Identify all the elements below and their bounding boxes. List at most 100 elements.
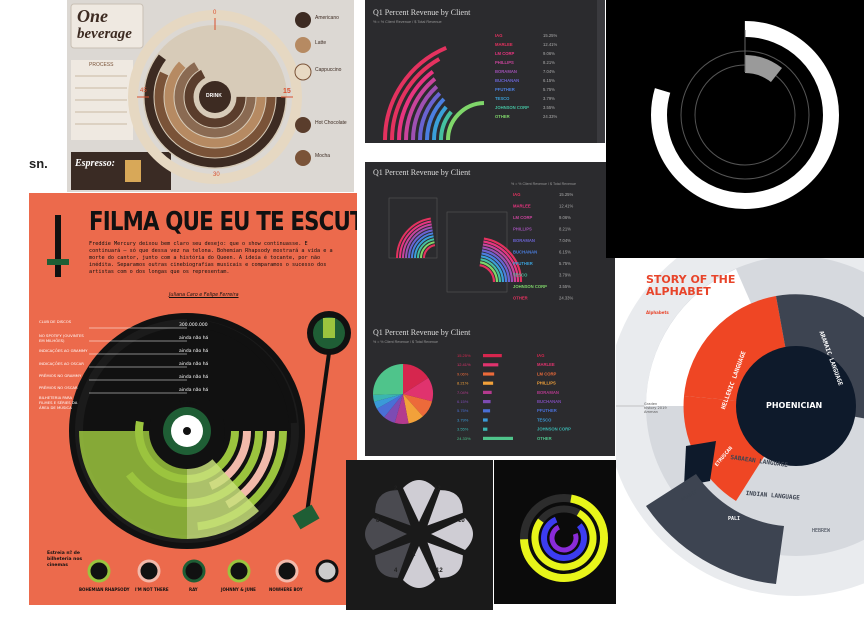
filma-ring-label-5: ainda não há bbox=[179, 375, 209, 380]
alphabet-center: PHOENICIAN bbox=[766, 401, 823, 410]
q1-split-value-label: 8.21% bbox=[559, 227, 571, 232]
filma-film-4: JOHNNY & JUNE bbox=[221, 587, 256, 592]
filma-left-label-6: PRÊMIOS NO OSCAR bbox=[39, 385, 78, 390]
petal-label: 12 bbox=[434, 486, 441, 492]
q1-split-value-label: 3.79% bbox=[559, 273, 571, 278]
q1-arc-value-label: 9.06% bbox=[543, 51, 555, 56]
filma-title: FILMA QUE EU TE ESCUTO bbox=[89, 207, 357, 237]
filma-ring-label-1: 300.000.000 bbox=[179, 323, 208, 328]
filma-left-label-3: INDICAÇÕES AO GRAMMY bbox=[39, 348, 88, 353]
q1-pie-bar bbox=[483, 381, 494, 385]
rings-tile bbox=[494, 460, 616, 604]
q1-arc-value-label: 7.04% bbox=[543, 69, 555, 74]
filma-ring-label-6: ainda não há bbox=[179, 388, 209, 393]
q1-pie-tile: 15.25% IAG 12.41% MARLEE 9.06% LM CORP 8.21% PH… bbox=[365, 322, 615, 456]
q1-pie-bar bbox=[483, 354, 502, 358]
q1-split-client-label: LM CORP bbox=[513, 215, 533, 220]
q1-split-value-label: 12.41% bbox=[559, 204, 573, 209]
filma-left-label-1: CLUB DE DISCOS bbox=[39, 319, 72, 324]
q1-pie-value-label: 15.25% bbox=[457, 353, 471, 358]
alphabet-subtitle: Alphabets bbox=[646, 310, 669, 315]
filma-byline: Juliana Caro e Felipe Ferreira bbox=[169, 293, 239, 298]
q1-split-tile: IAG 15.25% MARLEE 12.41% LM CORP 9.06% PHILLIP… bbox=[365, 162, 615, 322]
filma-left-label-2: NO SPOTIFY (OUVINTES EM MILHÕES) bbox=[39, 333, 84, 343]
petal-segment bbox=[403, 480, 435, 522]
q1-split-client-label: BORAMAN bbox=[513, 238, 535, 243]
petal-tile: 12 10 12 4 8 2 1 bbox=[346, 460, 493, 610]
q1-arc-subtitle: % = % Client Revenue / $ Total Revenue bbox=[373, 20, 442, 24]
q1-split-graphic: IAG 15.25% MARLEE 12.41% LM CORP 9.06% PHILLIP… bbox=[388, 192, 573, 301]
q1-pie-title: Q1 Percent Revenue by Client bbox=[373, 328, 471, 337]
q1-arc-client-label: TESCO bbox=[495, 96, 510, 101]
q1-split-value-label: 5.75% bbox=[559, 261, 571, 266]
q1-arc-value-label: 24.33% bbox=[543, 114, 557, 119]
q1-pie-value-label: 12.41% bbox=[457, 362, 471, 367]
q1-split-value-label: 6.15% bbox=[559, 250, 571, 255]
beverage-drink-3: Cappuccino bbox=[315, 67, 342, 73]
q1-arc-value-label: 8.21% bbox=[543, 60, 555, 65]
filma-film-2: I'M NOT THERE bbox=[135, 587, 169, 592]
beverage-left-value-1: 45 bbox=[140, 88, 147, 94]
filma-legend-title: Estreia nº de bilheteria nos cinemas bbox=[47, 551, 83, 568]
q1-arc-value-label: 3.79% bbox=[543, 96, 555, 101]
white-ring-tile bbox=[606, 0, 864, 258]
q1-pie-bar bbox=[483, 372, 495, 376]
q1-arc-value-label: 5.75% bbox=[543, 87, 555, 92]
q1-pie-value-label: 7.04% bbox=[457, 390, 469, 395]
q1-split-value-label: 9.06% bbox=[559, 215, 571, 220]
sn-logo: sn. bbox=[29, 156, 48, 171]
q1-pie-value-label: 3.55% bbox=[457, 427, 469, 432]
q1-split-client-label: IAG bbox=[513, 192, 520, 197]
q1-arc-series bbox=[446, 101, 485, 141]
q1-arc-value-label: 15.25% bbox=[543, 33, 557, 38]
q1-split-client-label: PHILLIPS bbox=[513, 227, 532, 232]
petal-segment bbox=[403, 546, 435, 588]
filma-left-label-7: BILHETERIA PARA FILMES E SÉRIES DA ÁREA … bbox=[39, 395, 78, 410]
q1-arc-client-label: MARLEE bbox=[495, 42, 513, 47]
filma-ring-label-4: ainda não há bbox=[179, 362, 209, 367]
q1-arc-value-label: 12.41% bbox=[543, 42, 557, 47]
q1-split-client-label: JOHNSON CORP bbox=[513, 284, 547, 289]
q1-pie-bar bbox=[483, 409, 491, 413]
q1-pie-client-label: PHILLIPS bbox=[537, 381, 556, 386]
beverage-title-line2: beverage bbox=[77, 26, 132, 42]
q1-pie-bar bbox=[483, 363, 499, 367]
q1-split-client-label: BUCHANAN bbox=[513, 250, 537, 255]
beverage-center-label: DRINK bbox=[206, 93, 222, 99]
q1-split-subtitle: % = % Client Revenue / $ Total Revenue bbox=[511, 182, 576, 186]
q1-pie-client-label: OTHER bbox=[537, 436, 552, 441]
q1-arc-client-label: LM CORP bbox=[495, 51, 515, 56]
alphabet-title: STORY OF THE ALPHABET bbox=[646, 273, 736, 298]
film-legend-circles bbox=[87, 559, 339, 583]
q1-arc-value-label: 3.55% bbox=[543, 105, 555, 110]
q1-pie-value-label: 5.75% bbox=[457, 408, 469, 413]
filma-film-3: RAY bbox=[189, 587, 198, 592]
q1-pie-bar bbox=[483, 418, 488, 422]
beverage-top-value: 0 bbox=[213, 10, 217, 16]
filma-intro: Freddie Mercury deixou bem claro seu des… bbox=[89, 241, 333, 275]
petal-graphic: 1210124821 bbox=[365, 480, 473, 588]
beverage-bottom-value: 30 bbox=[213, 172, 220, 178]
q1-pie-client-label: BORAMAN bbox=[537, 390, 559, 395]
q1-pie-slice bbox=[373, 364, 403, 395]
filma-ring-label-7: 17 anos bbox=[179, 401, 197, 406]
alphabet-ring-hebrew: HEBREW bbox=[812, 528, 831, 534]
q1-pie-client-label: PFUTHER bbox=[537, 408, 557, 413]
q1-arc-client-label: JOHNSON CORP bbox=[495, 105, 529, 110]
alphabet-ring-pali: PALI bbox=[728, 516, 741, 522]
q1-arc-tile: IAG 15.25% MARLEE 12.41% LM CORP 9.06% PHILLIP… bbox=[365, 0, 605, 143]
petal-label: 10 bbox=[458, 518, 465, 524]
q1-split-value-label: 24.33% bbox=[559, 296, 573, 301]
q1-pie-subtitle: % = % Client Revenue / $ Total Revenue bbox=[373, 340, 438, 344]
q1-arc-value-label: 6.15% bbox=[543, 78, 555, 83]
q1-arc-client-label: BUCHANAN bbox=[495, 78, 519, 83]
filma-ring-label-2: ainda não há bbox=[179, 336, 209, 341]
q1-split-client-label: PFUTHER bbox=[513, 261, 533, 266]
alphabet-tile: STORY OF THE ALPHABET Alphabets PHOENICI… bbox=[616, 258, 864, 604]
petal-label: 12 bbox=[436, 568, 443, 574]
filma-left-label-4: INDICAÇÕES AO OSCAR bbox=[39, 361, 84, 366]
q1-arc-client-label: BORAMAN bbox=[495, 69, 517, 74]
q1-pie-bar bbox=[483, 427, 488, 431]
beverage-drink-4: Hot Chocolate bbox=[315, 120, 347, 126]
one-beverage-tile: One beverage PROCESS DRINK 0 45 15 30 Am… bbox=[67, 0, 354, 192]
